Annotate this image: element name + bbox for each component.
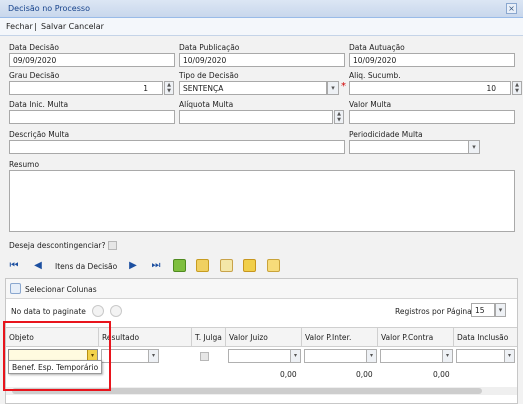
pager-prev-icon[interactable] xyxy=(92,305,104,317)
periodicidade-multa-label: Periodicidade Multa xyxy=(349,130,423,139)
highlight-box xyxy=(3,321,111,391)
column-header-valor-juizo[interactable]: Valor Juizo xyxy=(226,328,302,347)
valor-multa-field[interactable] xyxy=(349,110,515,124)
resumo-textarea[interactable] xyxy=(9,170,515,232)
previous-record-icon[interactable]: ◀ xyxy=(31,259,45,273)
select-columns-button[interactable]: Selecionar Colunas xyxy=(25,285,97,294)
data-publicacao-label: Data Publicação xyxy=(179,43,240,52)
required-marker: * xyxy=(341,81,346,92)
chevron-down-icon[interactable]: ▾ xyxy=(504,350,514,362)
window-title: Decisão no Processo xyxy=(8,4,90,13)
data-decisao-label: Data Decisão xyxy=(9,43,59,52)
grau-decisao-field[interactable]: 1 xyxy=(9,81,163,95)
chevron-down-icon[interactable]: ▾ xyxy=(442,350,452,362)
items-navigation-label: Itens da Decisão xyxy=(55,262,118,271)
next-record-icon[interactable]: ▶ xyxy=(126,259,140,273)
pager-status: No data to paginate xyxy=(11,307,86,316)
window-titlebar: Decisão no Processo × xyxy=(0,0,523,18)
column-header-data-inclusao[interactable]: Data Inclusão xyxy=(454,328,517,347)
columns-icon xyxy=(10,283,21,294)
first-record-icon[interactable]: ⏮ xyxy=(7,259,21,273)
salvar-cancelar-button[interactable]: Salvar Cancelar xyxy=(41,22,104,31)
periodicidade-multa-select[interactable] xyxy=(349,140,469,154)
aliquota-multa-spinner[interactable]: ▲ ▼ xyxy=(334,110,344,124)
last-record-icon[interactable]: ⏭ xyxy=(149,259,163,273)
descricao-multa-field[interactable] xyxy=(9,140,345,154)
grid-pager: No data to paginate Registros por Página… xyxy=(6,299,517,323)
grau-decisao-label: Grau Decisão xyxy=(9,71,60,80)
t-julga-filter-checkbox[interactable] xyxy=(200,352,209,361)
tipo-decisao-select[interactable]: SENTENÇA xyxy=(179,81,327,95)
column-header-t-julga[interactable]: T. Julga xyxy=(192,328,226,347)
valor-multa-label: Valor Multa xyxy=(349,100,392,109)
items-navigation: ⏮ ◀ Itens da Decisão ▶ ⏭ xyxy=(5,256,518,276)
aliquota-multa-label: Alíquota Multa xyxy=(179,100,234,109)
aliq-sucumb-label: Aliq. Sucumb. xyxy=(349,71,401,80)
aliquota-multa-field[interactable] xyxy=(179,110,333,124)
descricao-multa-label: Descrição Multa xyxy=(9,130,70,139)
data-inic-multa-field[interactable] xyxy=(9,110,175,124)
add-item-icon[interactable] xyxy=(173,259,186,272)
descontingenciar-checkbox[interactable] xyxy=(108,241,117,250)
tipo-decisao-label: Tipo de Decisão xyxy=(179,71,239,80)
close-icon[interactable]: × xyxy=(506,3,517,14)
chevron-down-icon[interactable]: ▾ xyxy=(468,140,480,154)
data-autuacao-label: Data Autuação xyxy=(349,43,405,52)
aliq-sucumb-spinner[interactable]: ▲ ▼ xyxy=(512,81,522,95)
valor-p-contra-filter[interactable]: ▾ xyxy=(380,349,453,363)
registros-select[interactable]: 15 xyxy=(471,303,495,317)
chevron-down-icon[interactable]: ▾ xyxy=(148,350,158,362)
data-inclusao-filter[interactable]: ▾ xyxy=(456,349,515,363)
action-toolbar: Fechar | Salvar Cancelar xyxy=(0,18,523,36)
total-valor-p-contra: 0,00 xyxy=(433,370,450,379)
aliq-sucumb-field[interactable]: 10 xyxy=(349,81,511,95)
data-inic-multa-label: Data Inic. Multa xyxy=(9,100,69,109)
chevron-down-icon[interactable]: ▾ xyxy=(290,350,300,362)
total-valor-p-inter: 0,00 xyxy=(356,370,373,379)
select-columns-bar: Selecionar Colunas xyxy=(6,279,517,299)
column-header-resultado[interactable]: Resultado xyxy=(99,328,192,347)
chevron-down-icon[interactable]: ▾ xyxy=(327,81,339,95)
column-header-valor-p-inter[interactable]: Valor P.Inter. xyxy=(302,328,378,347)
grau-decisao-spinner[interactable]: ▲ ▼ xyxy=(164,81,174,95)
total-valor-juizo: 0,00 xyxy=(280,370,297,379)
column-header-valor-p-contra[interactable]: Valor P.Contra xyxy=(378,328,454,347)
fechar-button[interactable]: Fechar xyxy=(6,22,33,31)
valor-juizo-filter[interactable]: ▾ xyxy=(228,349,301,363)
pager-next-icon[interactable] xyxy=(110,305,122,317)
chevron-down-icon[interactable]: ▾ xyxy=(366,350,376,362)
toolbar-separator: | xyxy=(34,22,37,31)
data-publicacao-field[interactable]: 10/09/2020 xyxy=(179,53,345,67)
approve-item-icon[interactable] xyxy=(243,259,256,272)
refresh-item-icon[interactable] xyxy=(267,259,280,272)
chevron-down-icon[interactable]: ▾ xyxy=(495,303,506,317)
edit-item-icon[interactable] xyxy=(220,259,233,272)
resumo-label: Resumo xyxy=(9,160,40,169)
delete-item-icon[interactable] xyxy=(196,259,209,272)
data-decisao-field[interactable]: 09/09/2020 xyxy=(9,53,175,67)
descontingenciar-label: Deseja descontingenciar? xyxy=(9,241,106,250)
valor-p-inter-filter[interactable]: ▾ xyxy=(304,349,377,363)
data-autuacao-field[interactable]: 10/09/2020 xyxy=(349,53,515,67)
registros-label: Registros por Página xyxy=(395,307,472,316)
